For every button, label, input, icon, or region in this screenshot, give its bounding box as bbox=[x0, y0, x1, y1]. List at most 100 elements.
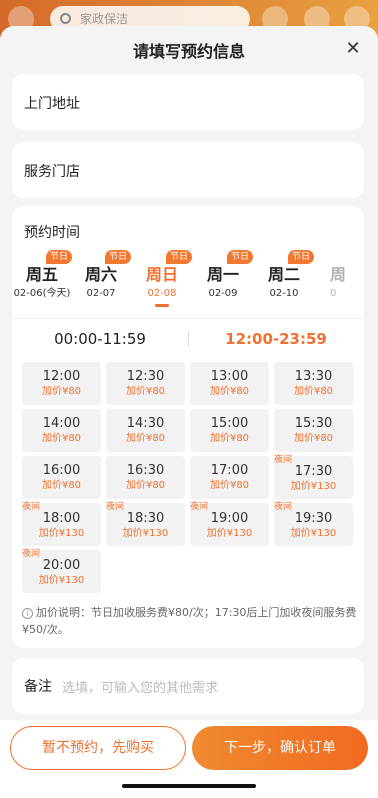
date-tabs: 节日 周五 02-06(今天) 节日 周六 02-07 节日 周日 02-08 节日 周一 02-09… bbox=[12, 250, 364, 316]
time-slot[interactable]: 13:30 加价¥80 bbox=[274, 362, 353, 405]
slot-price: 加价¥80 bbox=[41, 433, 82, 444]
slot-time: 12:30 bbox=[126, 369, 165, 384]
slot-price: 加价¥80 bbox=[209, 386, 250, 397]
night-tag: 夜间 bbox=[106, 502, 125, 512]
range-tab-afternoon[interactable]: 12:00-23:59 bbox=[188, 319, 364, 359]
slot-price: 加价¥130 bbox=[290, 528, 337, 539]
time-slot[interactable]: 16:00 加价¥80 bbox=[22, 456, 101, 499]
schedule-label: 预约时间 bbox=[24, 225, 80, 241]
date-tab[interactable]: 节日 周一 02-09 bbox=[193, 250, 253, 302]
holiday-badge: 节日 bbox=[104, 250, 131, 264]
slot-time: 17:00 bbox=[210, 463, 249, 478]
time-range-tabs: 00:00-11:59 12:00-23:59 bbox=[12, 318, 364, 358]
time-slot[interactable]: 夜间 19:30 加价¥130 bbox=[274, 502, 353, 546]
slot-time: 17:30 bbox=[294, 464, 333, 479]
slot-price: 加价¥80 bbox=[125, 386, 166, 397]
slot-price: 加价¥80 bbox=[293, 433, 334, 444]
slot-price: 加价¥80 bbox=[209, 433, 250, 444]
remark-card[interactable]: 备注 选填，可输入您的其他需求 bbox=[12, 658, 364, 714]
slot-time: 12:00 bbox=[42, 369, 81, 384]
close-icon[interactable]: ✕ bbox=[344, 40, 362, 58]
date-tab-date: 0 bbox=[330, 288, 337, 299]
time-slot[interactable]: 12:00 加价¥80 bbox=[22, 362, 101, 405]
holiday-badge: 节日 bbox=[45, 250, 72, 264]
slot-price: 加价¥80 bbox=[125, 433, 166, 444]
holiday-badge: 节日 bbox=[226, 250, 253, 264]
night-tag: 夜间 bbox=[274, 502, 293, 512]
store-card[interactable]: 服务门店 bbox=[12, 142, 364, 198]
date-tab[interactable]: 节日 周日 02-08 bbox=[132, 250, 192, 307]
active-underline bbox=[155, 304, 169, 307]
slot-price: 加价¥80 bbox=[41, 386, 82, 397]
date-tab[interactable]: 节日 周五 02-06(今天) bbox=[12, 250, 72, 302]
night-tag: 夜间 bbox=[274, 455, 293, 465]
date-tab[interactable]: 节日 周二 02-10 bbox=[254, 250, 314, 302]
time-slot[interactable]: 17:00 加价¥80 bbox=[190, 456, 269, 499]
info-icon: i bbox=[22, 608, 33, 619]
time-slot[interactable]: 夜间 18:00 加价¥130 bbox=[22, 502, 101, 546]
slot-price: 加价¥130 bbox=[206, 528, 253, 539]
slot-time: 14:30 bbox=[126, 416, 165, 431]
date-tab[interactable]: 节日 周六 02-07 bbox=[71, 250, 131, 302]
slot-time: 19:00 bbox=[210, 511, 249, 526]
range-tab-morning[interactable]: 00:00-11:59 bbox=[12, 319, 188, 359]
night-tag: 夜间 bbox=[190, 502, 209, 512]
remark-input[interactable]: 选填，可输入您的其他需求 bbox=[62, 677, 218, 696]
holiday-badge: 节日 bbox=[165, 250, 192, 264]
slot-price: 加价¥130 bbox=[290, 481, 337, 492]
slot-price: 加价¥130 bbox=[122, 528, 169, 539]
date-tab-weekday: 周一 bbox=[206, 265, 239, 284]
action-bar: 暂不预约，先购买 下一步，确认订单 bbox=[0, 720, 378, 798]
slot-time: 16:00 bbox=[42, 463, 81, 478]
booking-sheet: 请填写预约信息 ✕ 上门地址 服务门店 预约时间 节日 周五 02-06(今天) 节日… bbox=[0, 26, 378, 798]
time-slot[interactable]: 夜间 18:30 加价¥130 bbox=[106, 502, 185, 546]
time-slot[interactable]: 12:30 加价¥80 bbox=[106, 362, 185, 405]
slot-time: 14:00 bbox=[42, 416, 81, 431]
slot-price: 加价¥80 bbox=[125, 480, 166, 491]
slot-time: 13:30 bbox=[294, 369, 333, 384]
search-icon bbox=[60, 13, 71, 24]
schedule-card: 预约时间 节日 周五 02-06(今天) 节日 周六 02-07 节日 周日 02-08 节日 周一… bbox=[12, 206, 364, 648]
time-slot[interactable]: 16:30 加价¥80 bbox=[106, 456, 185, 499]
time-slot[interactable]: 15:00 加价¥80 bbox=[190, 409, 269, 452]
date-tab-weekday: 周日 bbox=[145, 265, 178, 284]
date-tab-date: 02-07 bbox=[86, 288, 116, 299]
date-tab-date: 02-10 bbox=[269, 288, 299, 299]
slot-time: 15:30 bbox=[294, 416, 333, 431]
surcharge-note: i 加价说明：节日加收服务费¥80/次；17:30后上门加收夜间服务费¥50/次。 bbox=[22, 606, 357, 636]
slot-price: 加价¥130 bbox=[38, 575, 85, 586]
holiday-badge: 节日 bbox=[287, 250, 314, 264]
date-tab[interactable]: 周0 bbox=[330, 264, 364, 302]
time-slot[interactable]: 13:00 加价¥80 bbox=[190, 362, 269, 405]
night-tag: 夜间 bbox=[22, 502, 41, 512]
address-label: 上门地址 bbox=[24, 96, 80, 112]
time-slot-grid: 12:00 加价¥80 12:30 加价¥80 13:00 加价¥80 13:30 加价¥80… bbox=[22, 362, 356, 602]
time-slot[interactable]: 夜间 19:00 加价¥130 bbox=[190, 502, 269, 546]
date-tab-date: 02-09 bbox=[208, 288, 238, 299]
time-slot[interactable]: 夜间 20:00 加价¥130 bbox=[22, 549, 101, 593]
sheet-title: 请填写预约信息 bbox=[132, 42, 245, 61]
skip-booking-button[interactable]: 暂不预约，先购买 bbox=[10, 726, 186, 770]
address-card[interactable]: 上门地址 bbox=[12, 74, 364, 130]
slot-price: 加价¥80 bbox=[41, 480, 82, 491]
date-tab-weekday: 周 bbox=[330, 265, 347, 284]
slot-price: 加价¥80 bbox=[293, 386, 334, 397]
date-tab-weekday: 周六 bbox=[84, 265, 117, 284]
remark-label: 备注 bbox=[24, 679, 52, 695]
date-tab-weekday: 周二 bbox=[267, 265, 300, 284]
home-indicator bbox=[122, 784, 256, 788]
slot-time: 18:30 bbox=[126, 511, 165, 526]
slot-time: 16:30 bbox=[126, 463, 165, 478]
next-step-button[interactable]: 下一步，确认订单 bbox=[192, 726, 368, 770]
time-slot[interactable]: 夜间 17:30 加价¥130 bbox=[274, 455, 353, 499]
time-slot[interactable]: 14:00 加价¥80 bbox=[22, 409, 101, 452]
slot-time: 19:30 bbox=[294, 511, 333, 526]
date-tab-date: 02-06(今天) bbox=[13, 288, 71, 299]
slot-time: 15:00 bbox=[210, 416, 249, 431]
slot-time: 20:00 bbox=[42, 558, 81, 573]
time-slot[interactable]: 15:30 加价¥80 bbox=[274, 409, 353, 452]
time-slot[interactable]: 14:30 加价¥80 bbox=[106, 409, 185, 452]
store-label: 服务门店 bbox=[24, 164, 80, 180]
slot-price: 加价¥130 bbox=[38, 528, 85, 539]
date-tab-date: 02-08 bbox=[147, 288, 177, 299]
